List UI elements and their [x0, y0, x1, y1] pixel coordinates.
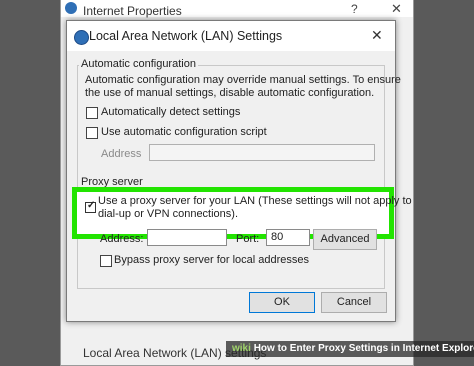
- bypass-local-checkbox[interactable]: [100, 255, 112, 267]
- use-proxy-checkbox[interactable]: ✓: [85, 200, 96, 213]
- internet-options-icon: [65, 2, 77, 14]
- auto-config-description-line2: the use of manual settings, disable auto…: [85, 87, 375, 99]
- proxy-port-input[interactable]: 80: [266, 229, 310, 246]
- internet-properties-titlebar: Internet Properties ? ✕: [61, 0, 413, 18]
- watermark-prefix: wiki: [232, 343, 251, 354]
- close-icon[interactable]: ✕: [391, 1, 402, 17]
- proxy-address-label: Address:: [100, 233, 144, 245]
- lan-settings-dialog: Local Area Network (LAN) Settings ✕ Auto…: [66, 20, 401, 322]
- use-config-script-checkbox[interactable]: [86, 127, 98, 139]
- checkmark-icon: ✓: [87, 200, 96, 211]
- automatic-configuration-heading: Automatic configuration: [79, 58, 198, 70]
- auto-config-description-line1: Automatic configuration may override man…: [85, 74, 401, 86]
- internet-properties-title: Internet Properties: [83, 4, 182, 18]
- advanced-button[interactable]: Advanced: [313, 229, 377, 250]
- script-address-label: Address: [101, 148, 142, 160]
- wikihow-watermark: wiki How to Enter Proxy Settings in Inte…: [226, 341, 474, 357]
- proxy-port-label: Port:: [236, 233, 260, 245]
- dialog-close-icon[interactable]: ✕: [371, 27, 383, 44]
- dialog-titlebar: Local Area Network (LAN) Settings ✕: [67, 21, 395, 51]
- use-proxy-label-line2[interactable]: dial-up or VPN connections).: [98, 208, 238, 220]
- auto-detect-checkbox[interactable]: [86, 107, 98, 119]
- network-globe-icon: [74, 30, 89, 45]
- dialog-title: Local Area Network (LAN) Settings: [89, 29, 283, 43]
- proxy-address-input[interactable]: [147, 229, 227, 246]
- bypass-local-label[interactable]: Bypass proxy server for local addresses: [114, 254, 309, 266]
- use-config-script-label[interactable]: Use automatic configuration script: [101, 126, 267, 138]
- watermark-text: How to Enter Proxy Settings in Internet …: [253, 343, 474, 354]
- script-address-input[interactable]: [149, 144, 375, 161]
- use-proxy-label-line1[interactable]: Use a proxy server for your LAN (These s…: [98, 195, 412, 207]
- auto-detect-label[interactable]: Automatically detect settings: [101, 106, 240, 118]
- cancel-button[interactable]: Cancel: [321, 292, 387, 313]
- ok-button[interactable]: OK: [249, 292, 315, 313]
- help-icon[interactable]: ?: [351, 2, 358, 16]
